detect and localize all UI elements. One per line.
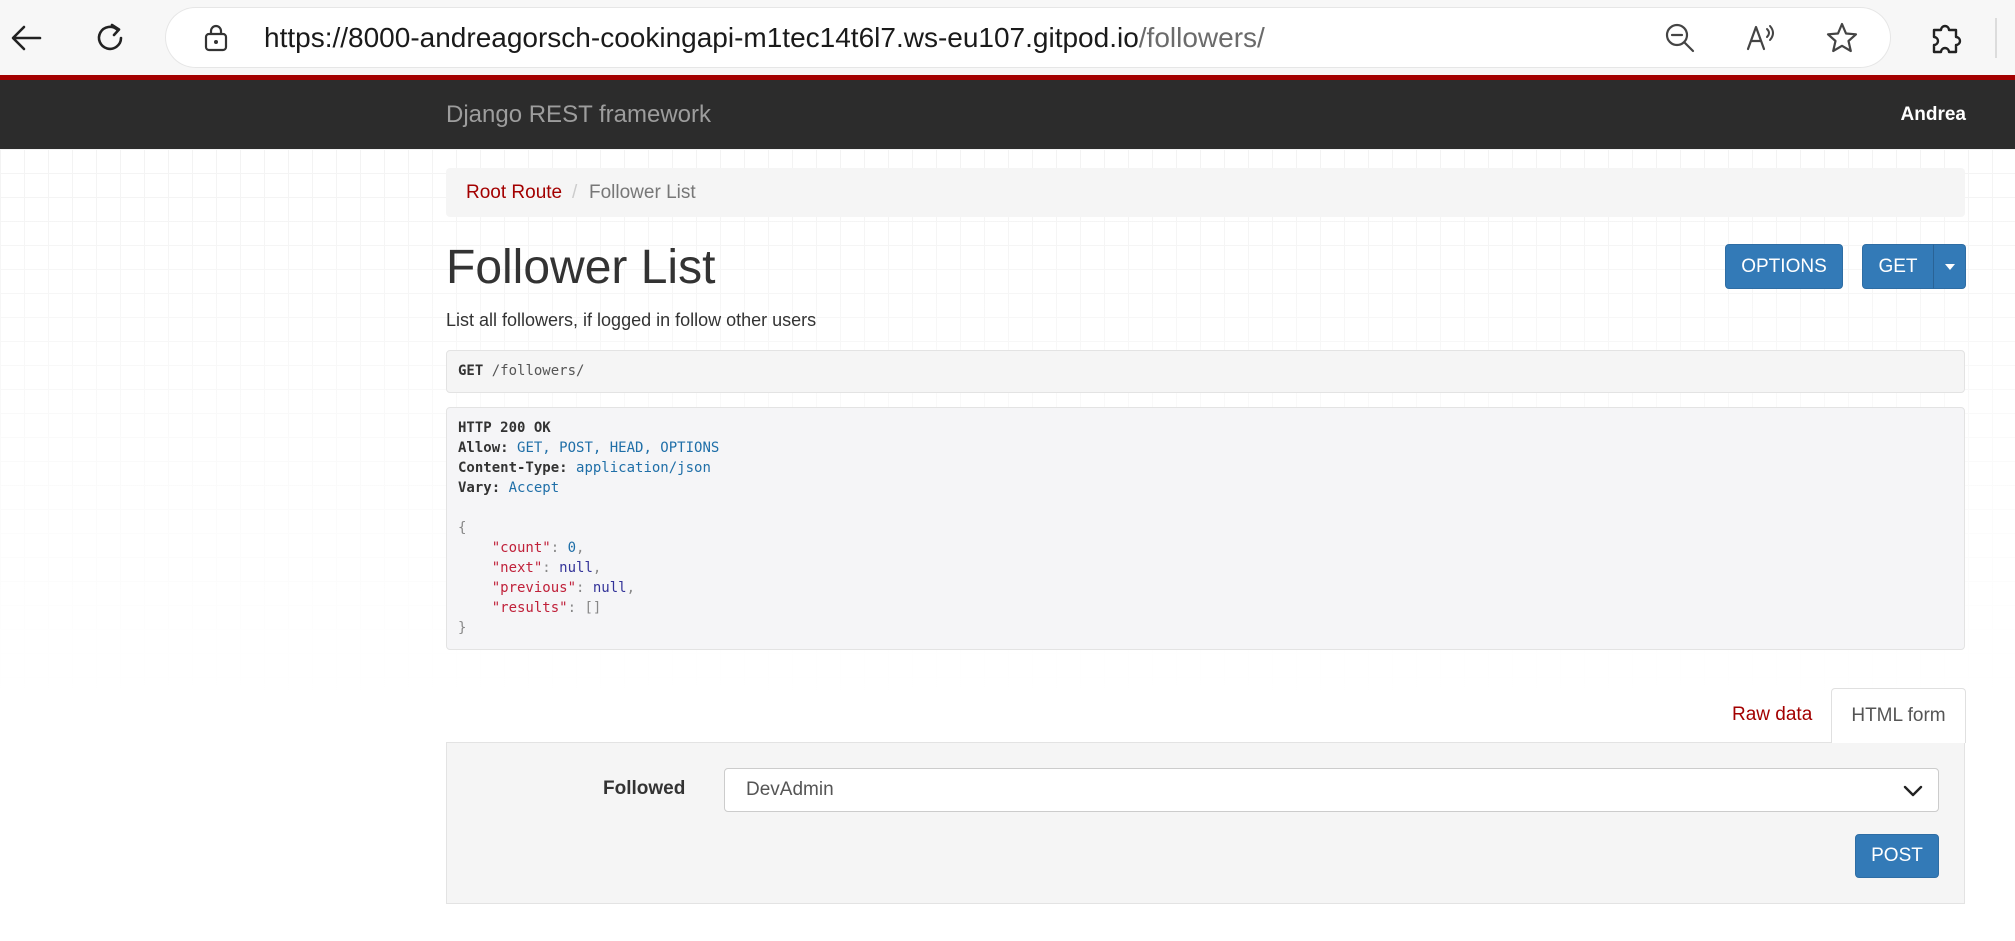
followed-select[interactable]: DevAdmin xyxy=(724,768,1939,812)
read-aloud-icon[interactable] xyxy=(1744,21,1778,55)
get-button[interactable]: GET xyxy=(1862,244,1934,289)
refresh-icon xyxy=(97,23,123,51)
browser-toolbar: https://8000-andreagorsch-cookingapi-m1t… xyxy=(0,0,2015,77)
brand-link[interactable]: Django REST framework xyxy=(446,80,711,149)
request-path: /followers/ xyxy=(491,363,585,379)
extensions-puzzle-icon[interactable] xyxy=(1928,18,1964,56)
json-previous-value: null xyxy=(592,580,627,596)
breadcrumb-current: Follower List xyxy=(589,182,696,203)
refresh-button[interactable] xyxy=(84,12,136,64)
request-info: GET /followers/ xyxy=(446,350,1965,393)
breadcrumb-root-link[interactable]: Root Route xyxy=(466,168,562,217)
json-next-key: "next" xyxy=(491,560,543,576)
back-button[interactable] xyxy=(0,12,52,64)
tab-raw-data[interactable]: Raw data xyxy=(1716,688,1828,742)
followed-label: Followed xyxy=(603,778,686,799)
vary-header-value: Accept xyxy=(508,480,560,496)
star-favorite-icon[interactable] xyxy=(1825,21,1859,55)
json-close-brace: } xyxy=(458,620,467,636)
url-path: /followers/ xyxy=(1138,22,1265,53)
post-button[interactable]: POST xyxy=(1855,834,1939,878)
chevron-down-icon xyxy=(1903,785,1923,797)
json-open-brace: { xyxy=(458,520,467,536)
toolbar-divider xyxy=(1995,18,1997,58)
tab-html-form[interactable]: HTML form xyxy=(1831,688,1966,743)
drf-navbar: Django REST framework Andrea xyxy=(0,75,2015,149)
request-method: GET xyxy=(458,363,484,379)
get-format-dropdown-button[interactable] xyxy=(1933,244,1966,289)
content-type-header-value: application/json xyxy=(576,460,711,476)
page-description: List all followers, if logged in follow … xyxy=(446,310,817,330)
caret-down-icon xyxy=(1944,263,1955,270)
response-info: HTTP 200 OK Allow: GET, POST, HEAD, OPTI… xyxy=(446,407,1965,650)
json-results-value: [] xyxy=(584,600,602,616)
url-text[interactable]: https://8000-andreagorsch-cookingapi-m1t… xyxy=(264,8,1265,67)
zoom-out-icon[interactable] xyxy=(1663,21,1697,55)
user-menu[interactable]: Andrea xyxy=(1901,80,1966,149)
content-type-header-key: Content-Type: xyxy=(458,460,568,476)
arrow-left-icon xyxy=(11,25,42,51)
page-title: Follower List xyxy=(446,241,716,294)
vary-header-key: Vary: xyxy=(458,480,501,496)
allow-header-value: GET, POST, HEAD, OPTIONS xyxy=(517,440,720,456)
breadcrumb-separator: / xyxy=(572,182,578,203)
options-button[interactable]: OPTIONS xyxy=(1725,244,1843,289)
lock-icon xyxy=(204,24,228,52)
address-bar[interactable]: https://8000-andreagorsch-cookingapi-m1t… xyxy=(166,8,1890,67)
allow-header-key: Allow: xyxy=(458,440,509,456)
followed-selected-value: DevAdmin xyxy=(746,779,834,800)
json-count-value: 0 xyxy=(567,540,577,556)
json-previous-key: "previous" xyxy=(491,580,577,596)
json-next-value: null xyxy=(559,560,593,576)
json-count-key: "count" xyxy=(491,540,551,556)
html-form-panel xyxy=(446,742,1965,904)
json-results-key: "results" xyxy=(491,600,568,616)
url-base: https://8000-andreagorsch-cookingapi-m1t… xyxy=(264,22,1139,53)
breadcrumb: Root Route / Follower List xyxy=(446,168,1965,217)
response-status: HTTP 200 OK xyxy=(458,420,551,436)
